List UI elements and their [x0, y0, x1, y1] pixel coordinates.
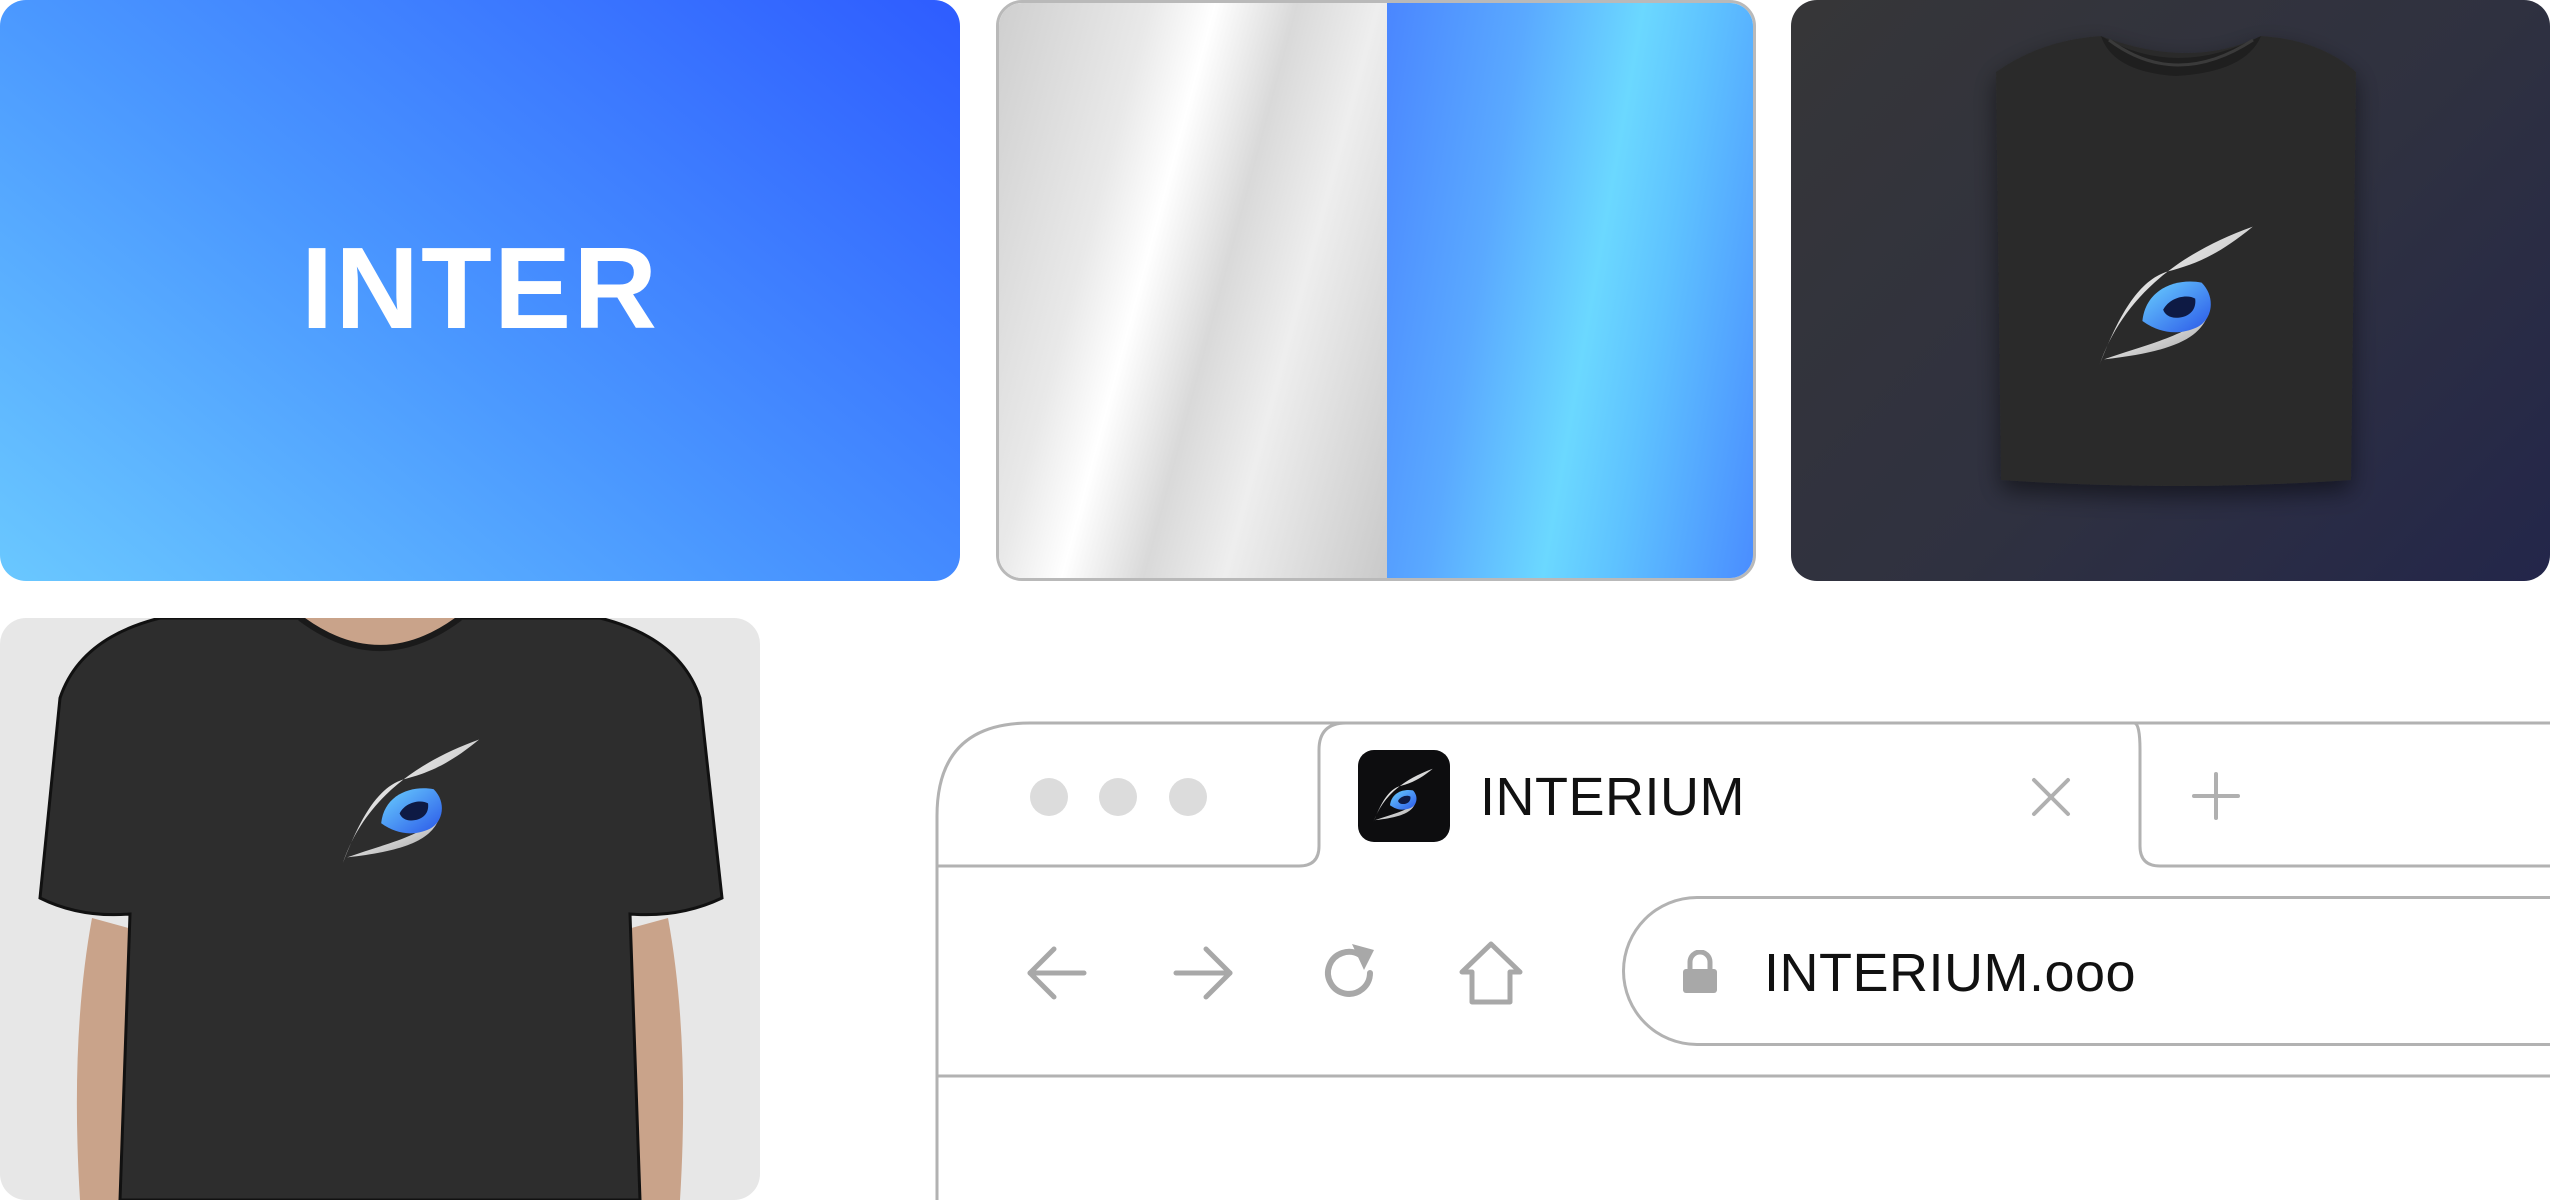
- lock-icon: [1683, 950, 1717, 993]
- tshirt-model-illustration: [38, 618, 724, 1200]
- folded-tshirt-panel: [1791, 0, 2550, 581]
- plus-icon[interactable]: [2190, 770, 2242, 822]
- wordmark-panel: INTER: [0, 0, 960, 581]
- tab-favicon: [1358, 750, 1450, 842]
- tab-title[interactable]: INTERIUM: [1480, 766, 1745, 828]
- close-icon[interactable]: [2028, 774, 2074, 820]
- color-swatch-panel: [996, 0, 1756, 581]
- blue-swatch: [1387, 3, 1753, 578]
- window-control-dot[interactable]: [1099, 778, 1137, 816]
- eye-logo-icon: [1373, 768, 1433, 823]
- brand-wordmark: INTER: [301, 222, 659, 353]
- address-url[interactable]: INTERIUM.ooo: [1764, 942, 2136, 1004]
- window-control-dot[interactable]: [1030, 778, 1068, 816]
- reload-icon[interactable]: [1316, 940, 1382, 1006]
- home-icon[interactable]: [1458, 940, 1524, 1006]
- forward-arrow-icon[interactable]: [1170, 940, 1236, 1006]
- back-arrow-icon[interactable]: [1024, 940, 1090, 1006]
- folded-tshirt-illustration: [1996, 36, 2356, 486]
- tshirt-model-panel: [0, 618, 760, 1200]
- window-control-dot[interactable]: [1169, 778, 1207, 816]
- silver-swatch: [999, 3, 1387, 578]
